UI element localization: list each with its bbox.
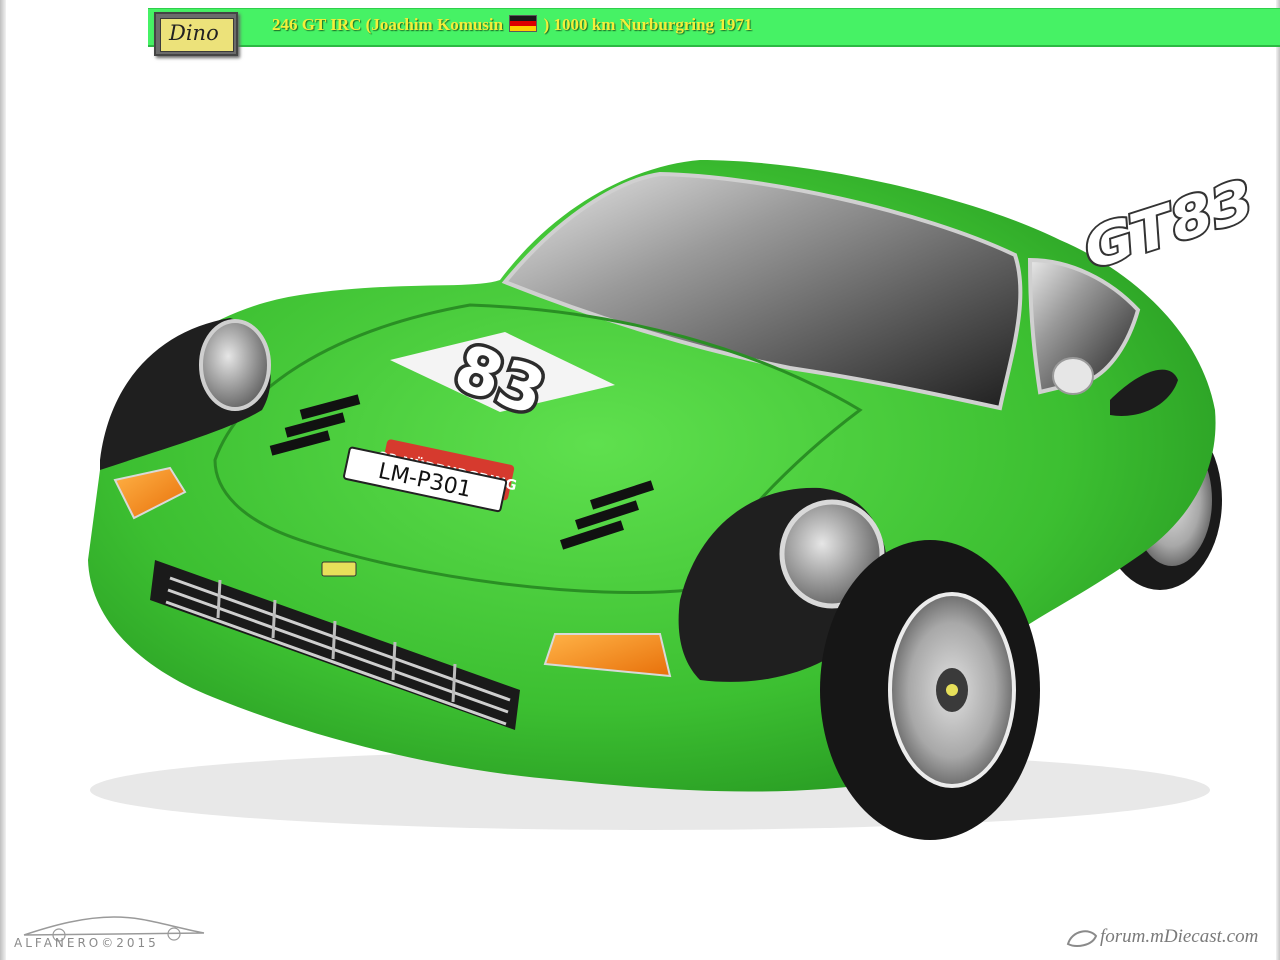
hood-badge xyxy=(321,561,357,577)
title-text-before-flag: 246 GT IRC (Joachim Komusin xyxy=(272,15,504,34)
germany-flag-icon xyxy=(509,15,538,32)
front-wheel xyxy=(820,540,1040,840)
side-number: GT83 xyxy=(1083,165,1254,285)
left-headlamp xyxy=(199,319,271,411)
side-mirror xyxy=(1052,357,1094,395)
alfanero-watermark: ALFANERO©2015 xyxy=(14,936,159,950)
mdiecast-watermark-text: forum.mDiecast.com xyxy=(1100,926,1259,947)
page-title: 246 GT IRC (Joachim Komusin ) 1000 km Nu… xyxy=(272,15,752,35)
car-photo: 83 83 NÜRBURGRING LM-P301 GT83 xyxy=(88,160,1256,840)
mdiecast-watermark: forum.mDiecast.com xyxy=(1066,926,1258,948)
title-text-after-flag: ) 1000 km Nurburgring 1971 xyxy=(543,15,753,34)
dino-logo-text: Dino xyxy=(169,21,219,45)
